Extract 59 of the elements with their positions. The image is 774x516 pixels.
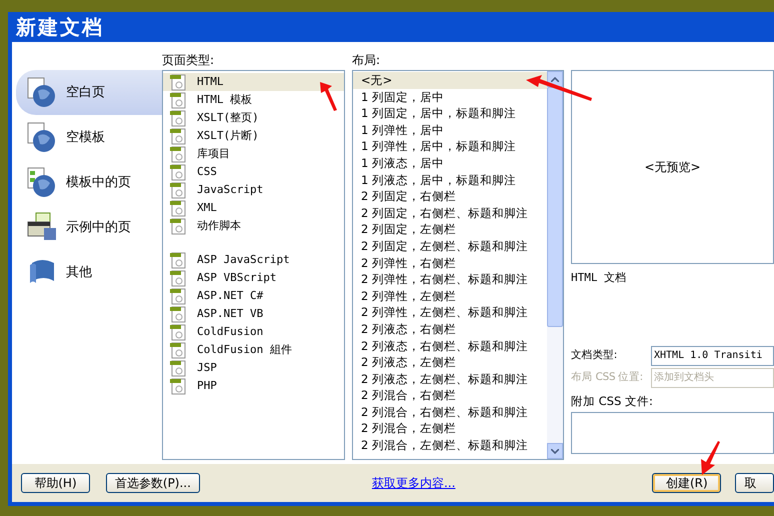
layout-item[interactable]: 2 列液态，左侧栏、标题和脚注 <box>353 370 547 388</box>
layout-item[interactable]: 1 列弹性，居中，标题和脚注 <box>353 138 547 155</box>
category-item[interactable]: 其他 <box>16 250 162 295</box>
description-text: HTML 文档 <box>571 270 628 286</box>
doc-type-select[interactable]: XHTML 1.0 Transiti <box>651 346 774 366</box>
page-type-item[interactable]: XML <box>163 199 344 217</box>
layout-item[interactable]: 2 列液态，右侧栏 <box>353 320 547 338</box>
layout-item[interactable]: 2 列混合，右侧栏、标题和脚注 <box>353 404 547 420</box>
layout-item[interactable]: 2 列弹性，右侧栏 <box>353 254 547 272</box>
column-label: 布局: <box>352 52 382 69</box>
page-type-item[interactable]: 动作脚本 <box>163 217 344 235</box>
page-type-item[interactable]: ASP.NET C# <box>163 287 344 305</box>
create-button[interactable]: 创建(R) <box>652 473 722 493</box>
layout-item[interactable]: 2 列液态，右侧栏、标题和脚注 <box>353 338 547 354</box>
page-type-item[interactable]: JavaScript <box>163 181 344 199</box>
layout-item[interactable]: 1 列液态，居中，标题和脚注 <box>353 172 547 188</box>
category-item[interactable]: 空白页 <box>16 70 162 115</box>
window-title: 新建文档 <box>14 14 105 41</box>
page-type-item[interactable]: XSLT(片断) <box>163 127 344 145</box>
field-label: 文档类型: <box>571 348 618 364</box>
field-label: 布局 CSS 位置: <box>571 370 644 386</box>
layout-item[interactable]: 2 列固定，左侧栏 <box>353 221 547 238</box>
column-label: 页面类型: <box>162 52 216 69</box>
layout-item[interactable]: 2 列固定，左侧栏、标题和脚注 <box>353 238 547 255</box>
page-type-item[interactable]: XSLT(整页) <box>163 109 344 127</box>
layout-item[interactable]: 2 列弹性，右侧栏、标题和脚注 <box>353 271 547 288</box>
layout-item[interactable]: 2 列液态，左侧栏 <box>353 354 547 371</box>
page-type-item[interactable]: ColdFusion 組件 <box>163 341 344 359</box>
layout-item[interactable]: 2 列弹性，左侧栏、标题和脚注 <box>353 304 547 321</box>
layout-item[interactable]: 2 列弹性，左侧栏 <box>353 288 547 304</box>
page-type-item[interactable]: ColdFusion <box>163 323 344 341</box>
layout-item[interactable]: <无> <box>353 72 547 89</box>
page-type-item[interactable]: 库项目 <box>163 145 344 163</box>
layout-item[interactable]: 1 列固定，居中 <box>353 88 547 106</box>
category-item[interactable]: 示例中的页 <box>16 205 162 250</box>
help-button[interactable]: 帮助(H) <box>21 473 90 493</box>
layout-item[interactable]: 1 列固定，居中，标题和脚注 <box>353 105 547 122</box>
page-type-item[interactable]: HTML <box>163 73 344 91</box>
page-type-item[interactable]: HTML 模板 <box>163 91 344 109</box>
layout-item[interactable]: 1 列弹性，居中 <box>353 122 547 138</box>
page-type-item[interactable]: PHP <box>163 377 344 395</box>
layout-item[interactable]: 2 列混合，左侧栏、标题和脚注 <box>353 437 547 454</box>
layout-item[interactable]: 1 列液态，居中 <box>353 154 547 172</box>
page-type-item[interactable]: JSP <box>163 359 344 377</box>
field-label: 附加 CSS 文件: <box>571 393 654 410</box>
page-type-item[interactable]: ASP.NET VB <box>163 305 344 323</box>
layout-item[interactable]: 2 列混合，左侧栏 <box>353 420 547 438</box>
category-item[interactable]: 空模板 <box>16 115 162 160</box>
preferences-button[interactable]: 首选参数(P)... <box>106 473 200 493</box>
layout-item[interactable]: 2 列固定，右侧栏、标题和脚注 <box>353 204 547 222</box>
layout-item[interactable]: 2 列混合，右侧栏 <box>353 387 547 404</box>
more-content-link[interactable]: 获取更多内容... <box>372 474 456 492</box>
page-type-item[interactable]: CSS <box>163 163 344 181</box>
page-type-item[interactable]: ASP VBScript <box>163 269 344 287</box>
preview-text: <无预览> <box>644 159 701 176</box>
category-item[interactable]: 模板中的页 <box>16 160 162 205</box>
page-type-item[interactable]: ASP JavaScript <box>163 251 344 269</box>
layout-item[interactable]: 2 列固定，右侧栏 <box>353 188 547 205</box>
cancel-button[interactable]: 取 <box>735 473 774 493</box>
